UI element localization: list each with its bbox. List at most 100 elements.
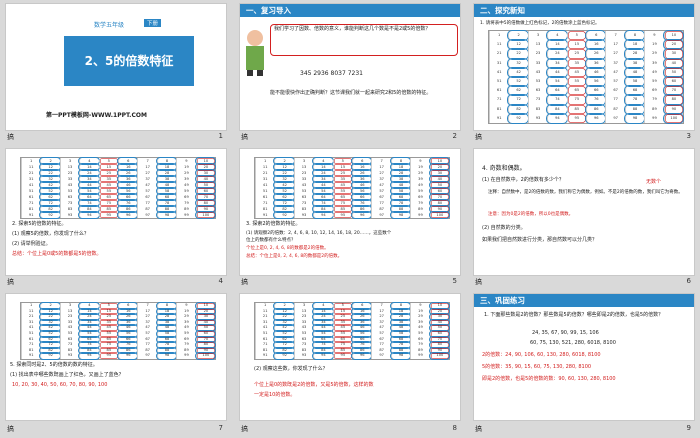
grid-cell: 98 [623,112,646,124]
teacher-illustration [242,28,268,76]
slide-number: 5 [452,277,457,285]
grid-cell: 99 [176,353,195,359]
slide-7[interactable]: 1 2 3 4 5 6 7 8 9 10 11 12 13 14 15 16 17 18 19 20 21 22 23 24 2… [5,293,227,421]
grid-cell: 56 [585,75,607,88]
slide-5[interactable]: 1 2 3 4 5 6 7 8 9 10 11 12 13 14 15 16 17 18 19 20 21 22 23 24 2… [239,148,461,276]
header-bar: 一、复习导入 [240,4,460,17]
slide-icon: 搞 [241,133,248,141]
grid-row: 41 42 43 44 45 46 47 48 49 50 [489,66,685,78]
grid-cell: 74 [546,94,568,106]
grid-row: 31 32 33 34 35 36 37 38 39 40 [489,57,685,69]
grid-cell: 94 [312,211,334,219]
step-text: 5. 探索同时是2、5的倍数的数的特征。 [10,362,98,368]
grid-cell: 6 [351,302,373,310]
slide-6[interactable]: 4. 奇数和偶数。 (1) 在自然数中，2的倍数有多少个？ 无数个 注释：自然数… [473,148,695,276]
grid-cell: 5 [332,303,352,309]
grid-cell: 8 [155,302,178,310]
step-text: 3. 探索2的倍数的特征。 [246,221,301,227]
grid-cell: 96 [351,352,373,360]
answer-text: 总结：个位上是0或5的数都是5的倍数。 [12,251,102,257]
grid-cell: 10 [194,302,217,310]
slide-number: 7 [218,424,223,432]
grid-cell: 97 [371,212,390,218]
slide-1[interactable]: 数学五年级 下册 2、5的倍数特征 第一PPT模板网-WWW.1PPT.COM [5,3,227,131]
grid-cell: 76 [117,341,139,349]
grid-cell: 94 [312,352,334,360]
grid-cell: 26 [585,48,607,60]
grid-cell: 5 [566,31,586,41]
grid-cell: 67 [605,86,624,96]
grid-cell: 92 [273,211,295,219]
grid-cell: 57 [605,76,624,87]
slide-8[interactable]: 1 2 3 4 5 6 7 8 9 10 11 12 13 14 15 16 17 18 19 20 21 22 23 24 2… [239,293,461,421]
grid-cell: 52 [273,330,295,338]
grid-cell: 17 [605,40,624,50]
grid-cell: 81 [489,104,508,114]
grid-cell: 98 [389,211,412,219]
number-grid: 1 2 3 4 5 6 7 8 9 10 11 12 13 14 15 16 17 18 19 20 21 22 23 24 2… [254,302,451,360]
slide-number: 9 [686,424,691,432]
grid-cell: 22 [507,48,529,60]
grid-cell: 93 [59,212,79,218]
grid-cell: 27 [605,49,624,59]
grid-cell: 50 [662,66,685,78]
grid-cell: 98 [155,211,178,219]
grid-cell: 46 [585,66,607,78]
question-1b: 位上的数都有什么特点？ [246,238,296,243]
grid-cell: 82 [507,103,529,115]
question-text: (2) 观察这些数，你发现了什么？ [254,366,328,372]
grid-row: 21 22 23 24 25 26 27 28 29 30 [489,48,685,60]
grid-cell: 92 [39,211,61,219]
grid-cell: 99 [176,212,195,218]
grid-cell: 100 [428,211,451,219]
grid-cell: 8 [623,29,646,42]
grid-cell: 37 [605,58,624,68]
grid-cell: 12 [507,39,529,51]
grid-cell: 28 [623,48,646,60]
grid-cell: 6 [585,29,607,42]
slide-2[interactable]: 一、复习导入 我们学习了因数、倍数的意义，谁能判断这几个数是不是2或5的倍数？ … [239,3,461,131]
grid-cell: 93 [527,113,547,123]
answer-text: 个位上是0, 2, 4, 6, 8的数都是2的倍数。 [246,246,329,251]
grid-cell: 28 [155,313,178,321]
grid-cell: 58 [623,75,646,88]
slide-9[interactable]: 三、巩固练习 1. 下面那些数是2的倍数？那些数是5的倍数？哪些即是2的倍数，也… [473,293,695,421]
grid-cell: 56 [351,330,373,338]
grid-cell: 87 [605,104,624,114]
grid-cell: 24 [78,313,100,321]
grid-row: 91 92 93 94 95 96 97 98 99 100 [21,352,217,360]
grid-cell: 80 [662,94,685,106]
slide-number: 3 [686,132,691,140]
slide-4[interactable]: 1 2 3 4 5 6 7 8 9 10 11 12 13 14 15 16 17 18 19 20 21 22 23 24 2… [5,148,227,276]
grid-cell: 47 [605,67,624,77]
slide-icon: 搞 [475,278,482,286]
slide-3[interactable]: 二、探究新知 1. 请将表中5的倍数做上红色标记，2的倍数涂上蓝色标记。 123… [473,3,695,131]
grid-cell: 4 [78,302,100,310]
grid-cell: 72 [273,341,295,349]
grid-cell: 76 [351,341,373,349]
grid-cell: 92 [273,352,295,360]
slide-icon: 搞 [241,278,248,286]
grid-cell: 33 [527,58,547,68]
grid-cell: 56 [117,330,139,338]
slide-icon: 搞 [7,425,14,433]
step-text: 2. 探索5的倍数的特征。 [12,221,67,227]
grid-cell: 92 [507,112,529,124]
footer-text: 第一PPT模板网-WWW.1PPT.COM [46,112,147,119]
grid-cell: 10 [428,302,451,310]
grid-cell: 32 [507,57,529,69]
grid-cell: 22 [39,313,61,321]
grid-cell: 91 [21,353,40,359]
grid-cell: 43 [527,67,547,77]
grid-cell: 23 [527,49,547,59]
grid-cell: 93 [59,353,79,359]
grid-cell: 45 [566,67,586,77]
grid-cell: 91 [255,353,274,359]
grid-cell: 15 [566,40,586,50]
grid-cell: 75 [566,95,586,105]
grid-cell: 99 [410,212,429,218]
grid-cell: 2 [507,29,529,42]
grid-cell: 30 [662,48,685,60]
grid-cell: 74 [78,341,100,349]
grid-cell: 89 [644,104,663,114]
